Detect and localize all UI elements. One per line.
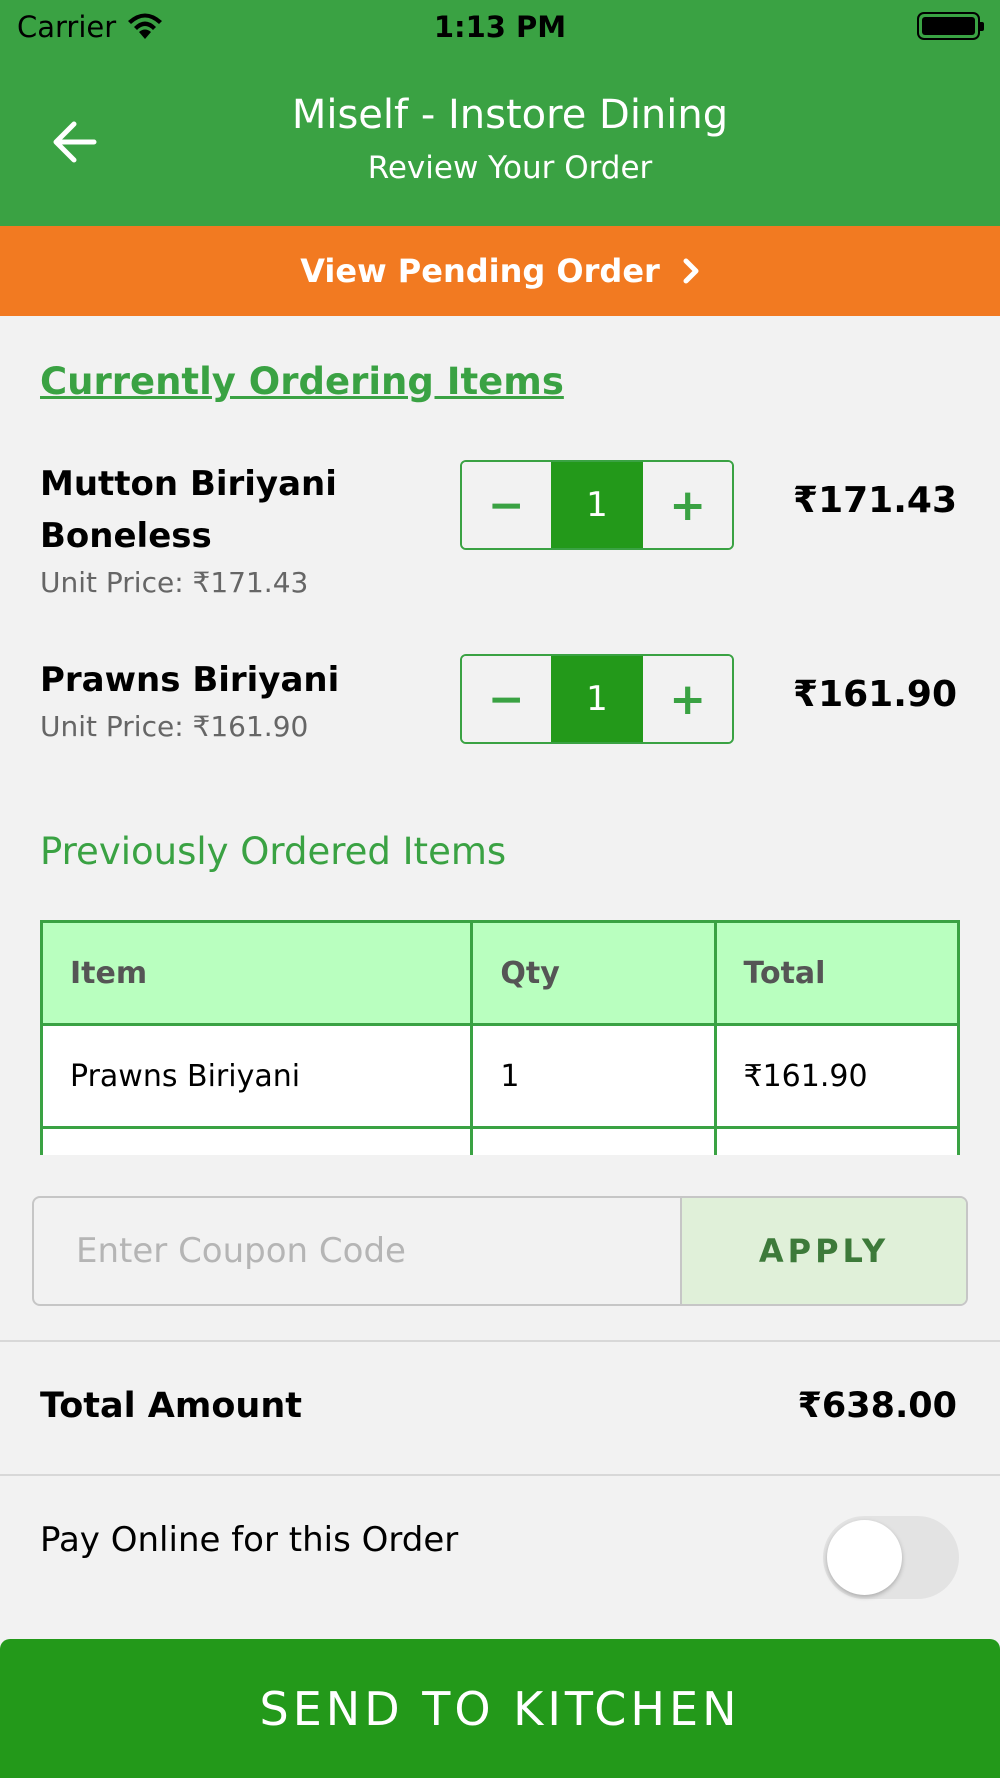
- item-total: ₹171.43: [793, 480, 957, 521]
- divider: [0, 1340, 1000, 1342]
- quantity-stepper: − 1 +: [460, 460, 734, 550]
- status-time: 1:13 PM: [433, 10, 567, 44]
- order-item: Prawns Biriyani Unit Price: ₹161.90 − 1 …: [40, 654, 960, 744]
- page-title: Miself - Instore Dining: [291, 92, 729, 138]
- item-unit-price: Unit Price: ₹171.43: [40, 566, 309, 599]
- item-name: Mutton Biriyani Boneless: [40, 464, 337, 556]
- cell-item: Prawns Biriyani: [40, 1023, 474, 1129]
- increment-button[interactable]: +: [643, 462, 732, 548]
- quantity-stepper: − 1 +: [460, 654, 734, 744]
- view-pending-order-button[interactable]: View Pending Order: [0, 226, 1000, 316]
- cell-total: [713, 1126, 960, 1155]
- battery-icon: [917, 12, 984, 40]
- table-row: [40, 1126, 960, 1155]
- decrement-button[interactable]: −: [462, 656, 551, 742]
- send-to-kitchen-button[interactable]: SEND TO KITCHEN: [0, 1639, 1000, 1778]
- order-item: Mutton Biriyani Boneless Unit Price: ₹17…: [40, 458, 960, 599]
- previously-ordered-heading: Previously Ordered Items: [40, 830, 507, 873]
- cell-qty: 1: [470, 1023, 717, 1129]
- cell-qty: [470, 1126, 717, 1155]
- pay-online-toggle[interactable]: [823, 1516, 959, 1599]
- toggle-knob: [827, 1520, 902, 1595]
- apply-coupon-button[interactable]: APPLY: [680, 1198, 966, 1304]
- page-subtitle: Review Your Order: [367, 150, 653, 186]
- app-header: Carrier 1:13 PM Miself - Instore Dining …: [0, 0, 1000, 226]
- status-bar: Carrier 1:13 PM: [0, 0, 1000, 54]
- coupon-box: APPLY: [32, 1196, 968, 1306]
- previous-orders-table: Item Qty Total Prawns Biriyani 1 ₹161.90: [40, 920, 960, 1155]
- currently-ordering-heading: Currently Ordering Items: [40, 360, 564, 403]
- chevron-right-icon: [682, 257, 700, 285]
- increment-button[interactable]: +: [643, 656, 732, 742]
- table-header-row: Item Qty Total: [40, 920, 960, 1026]
- table-row: Prawns Biriyani 1 ₹161.90: [40, 1023, 960, 1129]
- column-header-item: Item: [40, 920, 474, 1026]
- item-name: Prawns Biriyani: [40, 660, 340, 700]
- total-amount-label: Total Amount: [40, 1386, 302, 1426]
- coupon-code-input[interactable]: [34, 1198, 682, 1304]
- quantity-value: 1: [550, 462, 644, 548]
- quantity-value: 1: [550, 656, 644, 742]
- total-amount-value: ₹638.00: [797, 1386, 957, 1426]
- decrement-button[interactable]: −: [462, 462, 551, 548]
- pay-online-label: Pay Online for this Order: [40, 1520, 459, 1560]
- column-header-qty: Qty: [470, 920, 717, 1026]
- cell-item: [40, 1126, 474, 1155]
- item-total: ₹161.90: [793, 674, 957, 715]
- cell-total: ₹161.90: [713, 1023, 960, 1129]
- previous-orders-table-container[interactable]: Item Qty Total Prawns Biriyani 1 ₹161.90: [40, 920, 960, 1155]
- divider: [0, 1474, 1000, 1476]
- column-header-total: Total: [713, 920, 960, 1026]
- pending-order-label: View Pending Order: [300, 252, 660, 290]
